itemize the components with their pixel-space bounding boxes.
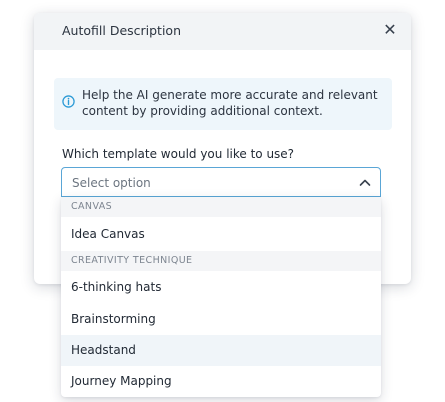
close-icon[interactable]: ✕ bbox=[381, 21, 399, 39]
template-field-label: Which template would you like to use? bbox=[62, 147, 295, 161]
option-headstand[interactable]: Headstand bbox=[61, 335, 381, 366]
info-callout: Help the AI generate more accurate and r… bbox=[54, 78, 392, 130]
info-icon bbox=[62, 95, 75, 108]
option-journey-mapping[interactable]: Journey Mapping bbox=[61, 366, 381, 397]
option-label: Headstand bbox=[71, 343, 136, 357]
select-placeholder: Select option bbox=[72, 176, 151, 190]
template-dropdown-menu: CANVAS Idea Canvas CREATIVITY TECHNIQUE … bbox=[61, 197, 381, 397]
option-idea-canvas[interactable]: Idea Canvas bbox=[61, 219, 381, 250]
group-header-creativity-technique: CREATIVITY TECHNIQUE bbox=[61, 251, 381, 271]
chevron-up-icon bbox=[359, 179, 371, 186]
option-6-thinking-hats[interactable]: 6-thinking hats bbox=[61, 272, 381, 303]
info-text: Help the AI generate more accurate and r… bbox=[82, 88, 378, 118]
option-label: 6-thinking hats bbox=[71, 280, 162, 294]
template-select[interactable]: Select option bbox=[61, 167, 381, 197]
option-label: Idea Canvas bbox=[71, 227, 145, 241]
option-label: Journey Mapping bbox=[71, 374, 172, 388]
group-header-label: CREATIVITY TECHNIQUE bbox=[71, 255, 193, 266]
option-brainstorming[interactable]: Brainstorming bbox=[61, 304, 381, 335]
option-label: Brainstorming bbox=[71, 312, 156, 326]
modal-title: Autofill Description bbox=[62, 23, 182, 38]
group-header-label: CANVAS bbox=[71, 201, 113, 212]
group-header-canvas: CANVAS bbox=[61, 197, 381, 217]
modal-header: Autofill Description ✕ bbox=[34, 13, 411, 50]
